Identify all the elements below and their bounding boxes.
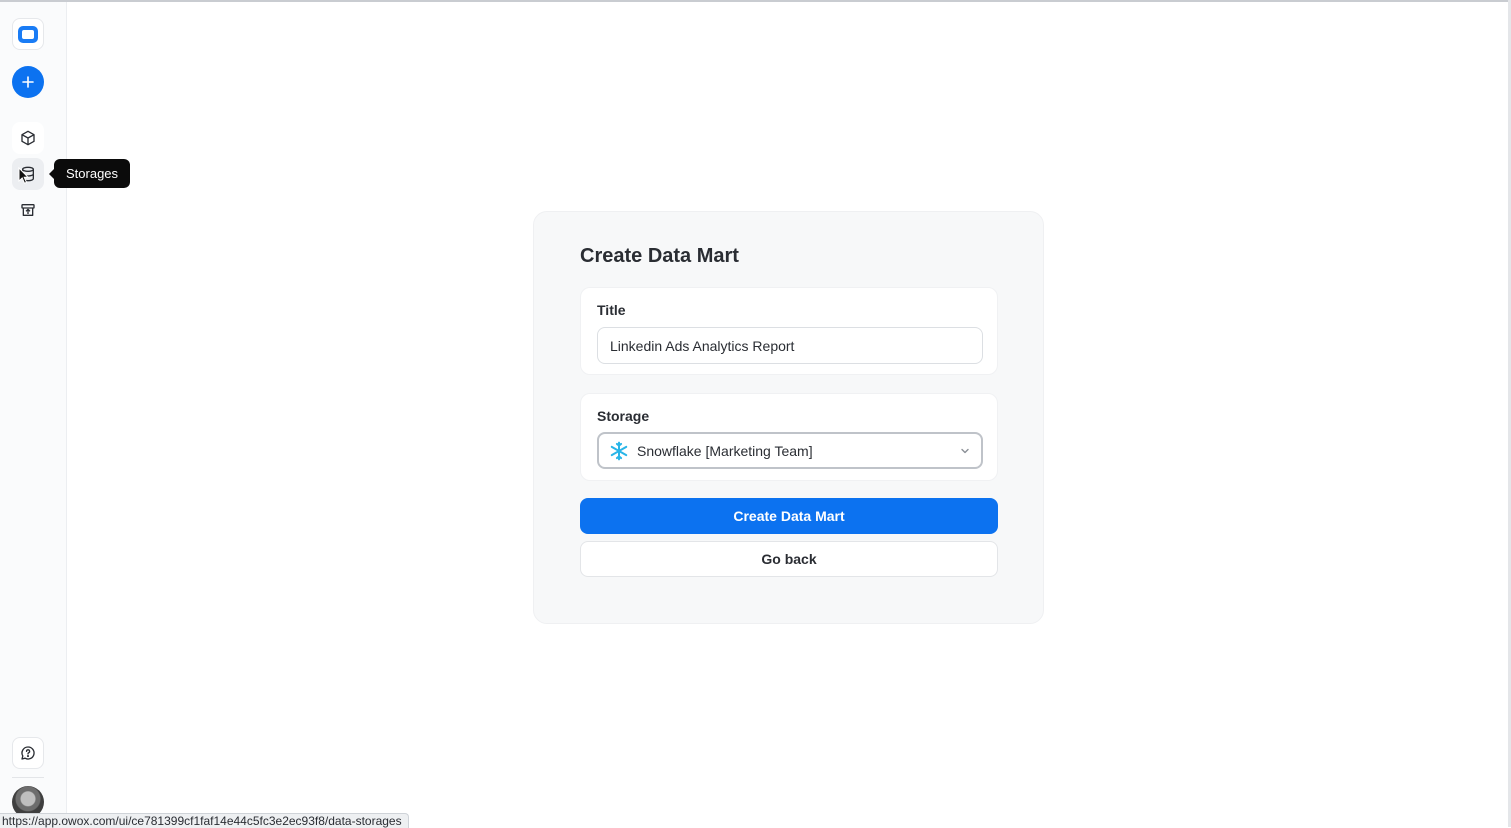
create-data-mart-card: Create Data Mart Title Storage Snowflake… [533, 211, 1044, 624]
plus-icon [22, 76, 34, 88]
mouse-pointer-icon [18, 167, 30, 184]
go-back-button[interactable]: Go back [580, 541, 998, 577]
sidebar [0, 2, 67, 827]
title-input[interactable] [597, 327, 983, 364]
create-data-mart-button[interactable]: Create Data Mart [580, 498, 998, 534]
storages-tooltip: Storages [48, 159, 131, 188]
window-top-border [0, 0, 1511, 2]
title-field-group: Title [580, 287, 998, 375]
sidebar-item-archive[interactable] [12, 194, 44, 226]
archive-icon [21, 204, 35, 216]
storage-label: Storage [597, 408, 650, 424]
add-button[interactable] [12, 66, 44, 98]
snowflake-icon [609, 441, 629, 461]
storage-field-group: Storage Snowflake [Marketing Team] [580, 393, 998, 481]
storage-select-value: Snowflake [Marketing Team] [637, 442, 813, 459]
chevron-down-icon [961, 448, 969, 453]
page-title: Create Data Mart [580, 245, 739, 267]
logo-mark [18, 25, 38, 43]
sidebar-item-data-marts[interactable] [12, 122, 44, 154]
sidebar-divider [12, 777, 44, 778]
title-label: Title [597, 302, 626, 318]
help-chat-button[interactable] [12, 737, 44, 769]
app-logo-icon[interactable] [12, 18, 44, 50]
cube-icon [21, 130, 35, 146]
chat-help-icon [21, 746, 35, 760]
storage-select[interactable]: Snowflake [Marketing Team] [597, 432, 983, 469]
status-bar-url: https://app.owox.com/ui/ce781399cf1faf14… [0, 813, 409, 828]
